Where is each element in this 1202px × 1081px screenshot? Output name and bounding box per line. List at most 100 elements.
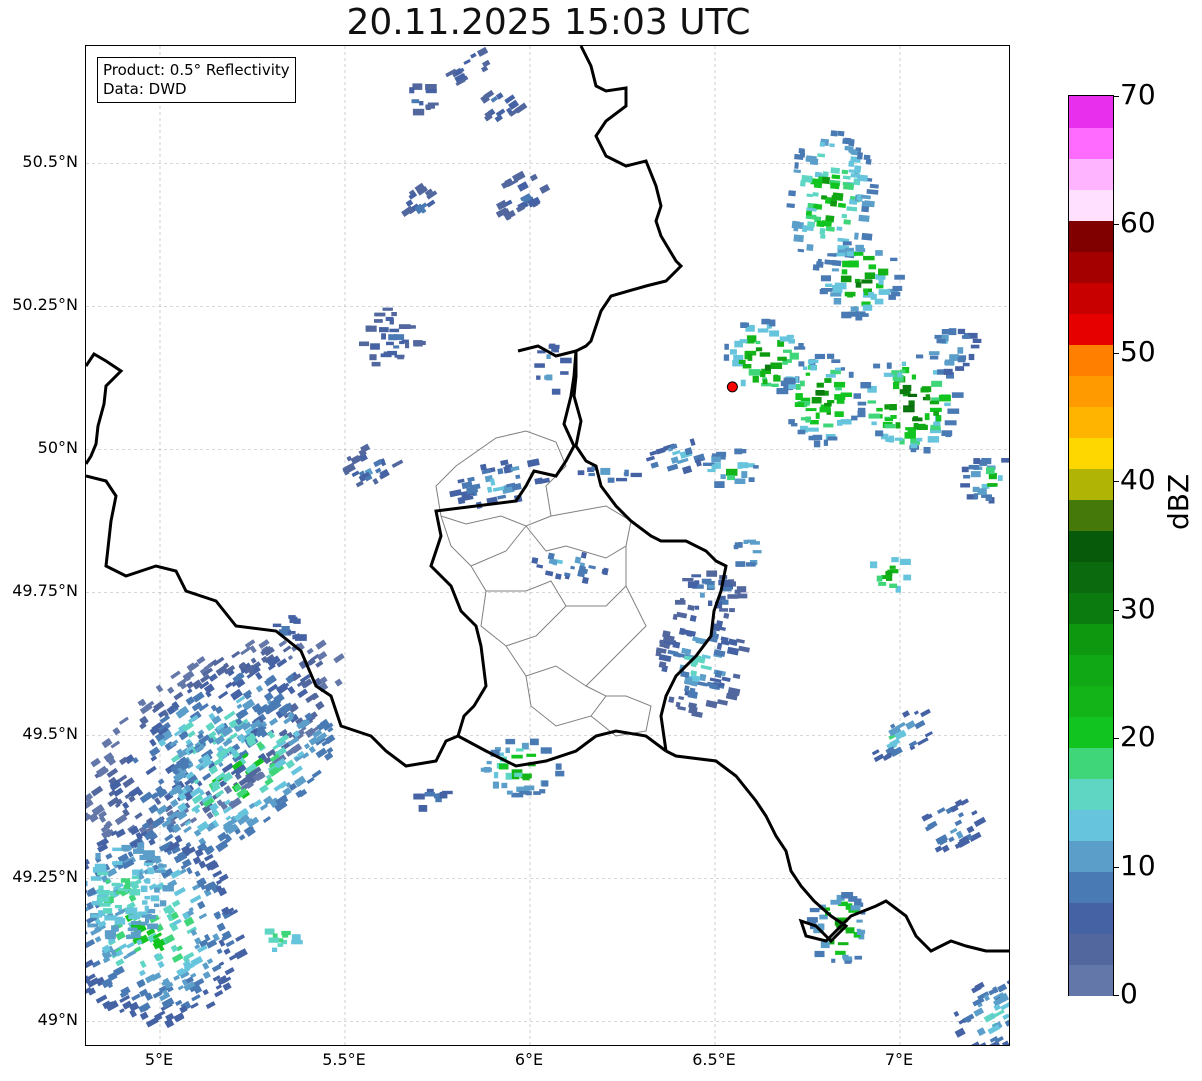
echo-cell: [815, 390, 825, 396]
echo-cell: [806, 193, 813, 198]
echo-cell: [115, 930, 126, 941]
echo-cell: [835, 950, 846, 955]
echo-cell: [726, 646, 740, 656]
echo-cell: [501, 782, 508, 789]
echo-cell: [555, 573, 562, 580]
echo-cell: [658, 661, 667, 669]
colorbar-segment: [1069, 344, 1113, 376]
echo-cell: [913, 710, 919, 716]
echo-cell: [889, 565, 896, 569]
echo-cell: [854, 955, 862, 960]
radar-echoes: [86, 46, 1009, 1045]
echo-cell: [840, 419, 852, 425]
echo-cell: [733, 544, 739, 550]
echo-cell: [944, 360, 949, 365]
echo-cell: [672, 652, 682, 658]
echo-cell: [170, 670, 181, 680]
echo-cell: [783, 379, 789, 384]
echo-cell: [268, 937, 280, 943]
echo-cell: [850, 150, 858, 156]
echo-cell: [104, 915, 117, 921]
lat-tick-label: 49.25°N: [12, 867, 78, 887]
echo-cell: [867, 400, 876, 404]
echo-cell: [152, 855, 161, 863]
echo-cell: [827, 253, 837, 257]
echo-cell: [116, 890, 125, 895]
echo-cell: [891, 557, 899, 563]
echo-cell: [899, 389, 910, 395]
echo-cell: [536, 564, 544, 569]
echo-cell: [131, 993, 141, 1001]
colorbar-segment: [1069, 964, 1113, 996]
echo-cell: [931, 380, 943, 387]
echo-cell: [819, 227, 826, 235]
echo-cell: [816, 382, 824, 388]
echo-cell: [794, 162, 799, 169]
echo-cell: [897, 372, 903, 378]
colorbar-tickmark: [1113, 352, 1119, 354]
echo-cell: [738, 542, 743, 548]
echo-cell: [878, 278, 884, 285]
echo-cell: [114, 904, 122, 909]
echo-cell: [810, 359, 819, 364]
echo-cell: [560, 357, 572, 364]
colorbar-segment: [1069, 561, 1113, 593]
echo-cell: [497, 494, 507, 500]
echo-cell: [457, 478, 465, 484]
echo-cell: [159, 900, 167, 907]
echo-cell: [671, 449, 681, 456]
echo-cell: [890, 257, 898, 262]
echo-cell: [841, 213, 848, 219]
echo-cell: [86, 949, 87, 961]
echo-cell: [187, 730, 196, 738]
echo-cell: [147, 867, 154, 875]
echo-cell: [139, 1011, 149, 1021]
echo-cell: [896, 424, 901, 428]
echo-cell: [144, 895, 151, 900]
echo-cell: [748, 369, 761, 376]
echo-cell: [308, 745, 316, 754]
echo-cell: [687, 604, 695, 611]
echo-cell: [678, 696, 685, 701]
colorbar-segment: [1069, 623, 1113, 655]
echo-cell: [351, 470, 360, 478]
echo-cell: [823, 423, 834, 428]
echo-cell: [976, 1027, 986, 1037]
echo-cell: [777, 356, 787, 361]
echo-cell: [580, 551, 587, 559]
echo-cell: [369, 354, 377, 361]
echo-cell: [957, 356, 966, 363]
echo-cell: [841, 367, 845, 371]
echo-cell: [813, 440, 821, 448]
echo-cell: [526, 458, 540, 468]
echo-cell: [398, 324, 411, 329]
echo-cell: [162, 885, 174, 892]
echo-cell: [764, 364, 771, 371]
echo-cell: [130, 881, 137, 885]
echo-cell: [315, 700, 325, 711]
echo-cell: [86, 880, 88, 887]
echo-cell: [972, 486, 980, 492]
echo-cell: [795, 393, 803, 400]
echo-cell: [902, 710, 911, 718]
echo-cell: [389, 328, 400, 333]
colorbar-tickmark: [1113, 738, 1119, 740]
echo-cell: [165, 1012, 175, 1022]
echo-cell: [740, 322, 749, 327]
echo-cell: [944, 420, 957, 426]
echo-cell: [198, 912, 208, 920]
echo-cell: [630, 472, 642, 478]
colorbar-segment: [1069, 592, 1113, 624]
echo-cell: [960, 483, 970, 488]
echo-cell: [851, 415, 858, 421]
echo-cell: [798, 148, 805, 154]
echo-cell: [98, 885, 104, 890]
echo-cell: [202, 962, 210, 970]
echo-cell: [788, 419, 795, 425]
echo-cell: [150, 895, 160, 902]
echo-cell: [115, 958, 125, 967]
echo-cell: [155, 684, 164, 693]
colorbar-segment: [1069, 375, 1113, 407]
radar-map[interactable]: [85, 45, 1010, 1046]
echo-cell: [231, 650, 241, 659]
